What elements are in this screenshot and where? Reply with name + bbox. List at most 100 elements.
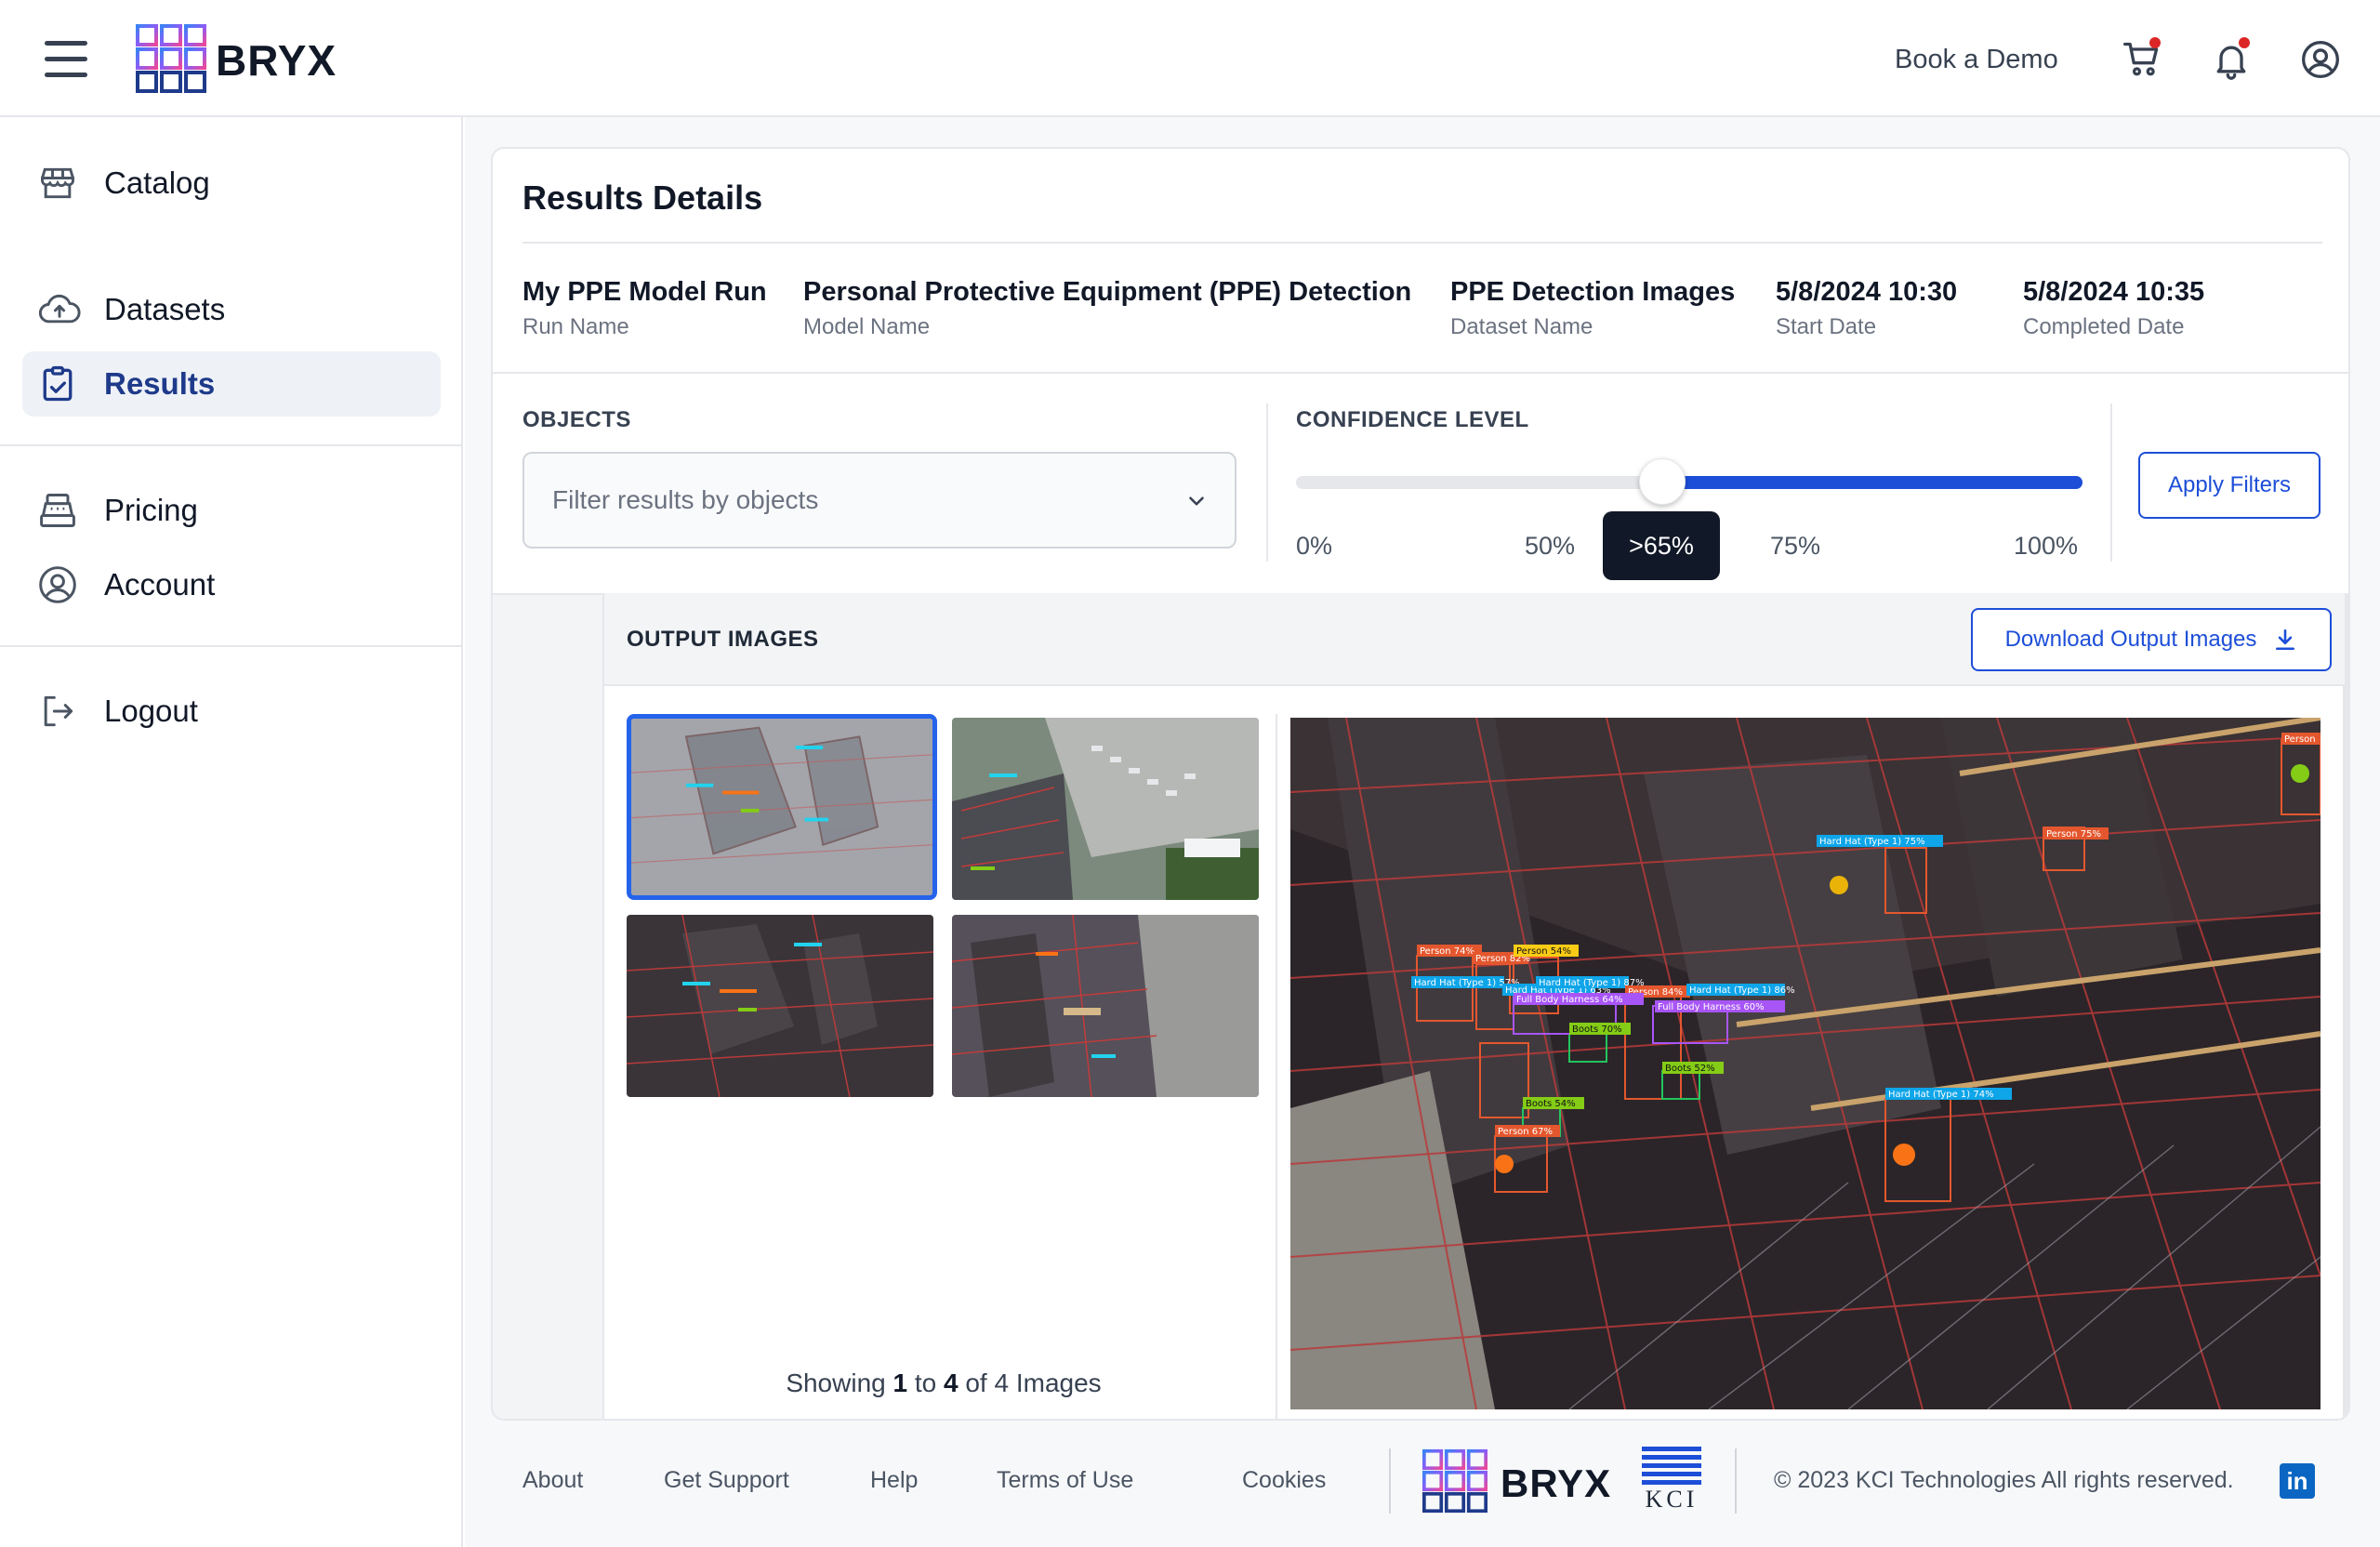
bryx-logo[interactable]: BRYX — [136, 24, 350, 95]
filters-divider — [493, 372, 2348, 374]
confidence-value-tooltip: >65% — [1603, 511, 1720, 580]
detection-label: Hard Hat (Type 1) 75% — [1819, 837, 1925, 847]
start-date-value: 5/8/2024 10:30 — [1776, 277, 1958, 307]
bell-badge — [2239, 37, 2250, 48]
linkedin-icon[interactable]: in — [2280, 1463, 2315, 1499]
sidebar-item-label: Logout — [104, 694, 198, 728]
detection-label: Hard Hat (Type 1) 86% — [1689, 985, 1795, 996]
tick-0: 0% — [1296, 532, 1333, 560]
kci-wordmark: KCI — [1645, 1486, 1699, 1513]
user-account-icon[interactable] — [2300, 39, 2341, 80]
construction-site-detection-image: Person 74% Person 82% Person 54% Hard Ha… — [1290, 718, 2320, 1409]
linkedin-glyph: in — [2286, 1466, 2308, 1495]
detection-label: Person — [2284, 734, 2316, 745]
site-photo-thumbnail — [952, 915, 1259, 1097]
thumbnail-2[interactable] — [952, 718, 1259, 900]
filter-separator — [2110, 403, 2112, 562]
logout-icon — [37, 691, 78, 732]
footer-link-help[interactable]: Help — [870, 1467, 918, 1494]
detection-label: Person 74% — [1420, 946, 1474, 957]
confidence-label: CONFIDENCE LEVEL — [1296, 407, 1529, 432]
start-date-label: Start Date — [1776, 314, 1877, 339]
aerial-parking-photo-thumbnail — [952, 718, 1259, 900]
selected-image-preview[interactable]: Person 74% Person 82% Person 54% Hard Ha… — [1290, 718, 2320, 1409]
sidebar-divider — [0, 444, 461, 446]
completed-date-label: Completed Date — [2023, 314, 2185, 339]
top-header: BRYX Book a Demo — [0, 0, 2380, 117]
sidebar-item-label: Catalog — [104, 165, 210, 200]
showing-count: Showing 1 to 4 of 4 Images — [786, 1368, 1102, 1397]
construction-photo-thumbnail — [631, 719, 932, 895]
objects-filter-select[interactable]: Filter results by objects — [522, 452, 1236, 549]
detection-label: Boots 52% — [1665, 1064, 1715, 1074]
bryx-logo-mark-icon — [1422, 1448, 1488, 1514]
clipboard-check-icon — [37, 364, 78, 404]
confidence-slider-track[interactable] — [1296, 458, 2082, 505]
apply-filters-button[interactable]: Apply Filters — [2138, 452, 2320, 519]
results-card: Results Details My PPE Model Run Run Nam… — [491, 147, 2350, 1421]
dataset-name-value: PPE Detection Images — [1450, 277, 1736, 307]
detection-label: Boots 70% — [1572, 1025, 1622, 1035]
copyright-text: © 2023 KCI Technologies All rights reser… — [1774, 1467, 2234, 1493]
download-label: Download Output Images — [2004, 627, 2257, 652]
output-images-panel: OUTPUT IMAGES Download Output Images Sho… — [602, 593, 2348, 1419]
cart-icon[interactable] — [2122, 37, 2162, 80]
objects-label: OBJECTS — [522, 407, 631, 432]
run-name-value: My PPE Model Run — [522, 277, 767, 307]
sidebar-item-label: Results — [104, 366, 216, 401]
footer-link-terms-of-use[interactable]: Terms of Use — [997, 1467, 1133, 1494]
apply-filters-label: Apply Filters — [2167, 472, 2292, 497]
bryx-logo-mark-icon — [136, 24, 206, 93]
thumbnail-3[interactable] — [627, 915, 933, 1097]
page-title: Results Details — [522, 178, 763, 217]
kci-flag-icon — [1642, 1447, 1701, 1485]
user-circle-icon — [37, 564, 78, 605]
confidence-slider-thumb[interactable] — [1639, 458, 1686, 505]
output-header: OUTPUT IMAGES Download Output Images — [604, 593, 2345, 686]
model-name-label: Model Name — [803, 314, 931, 339]
store-icon — [37, 163, 78, 204]
download-output-images-button[interactable]: Download Output Images — [1971, 608, 2332, 671]
tick-100: 100% — [2014, 532, 2079, 560]
detection-label: Person 67% — [1498, 1127, 1553, 1137]
completed-date-value: 5/8/2024 10:35 — [2023, 277, 2205, 307]
tick-75: 75% — [1770, 532, 1821, 560]
tick-50: 50% — [1525, 532, 1576, 560]
sidebar-item-label: Account — [104, 567, 216, 602]
thumbnail-4[interactable] — [952, 915, 1259, 1097]
kci-logo: KCI — [1642, 1447, 1701, 1515]
footer-brand-name: BRYX — [1501, 1461, 1612, 1505]
download-icon — [2273, 628, 2297, 652]
preview-separator — [1276, 714, 1277, 1419]
cart-badge — [2149, 37, 2161, 48]
hamburger-menu-icon[interactable] — [45, 41, 87, 78]
footer-link-about[interactable]: About — [522, 1467, 583, 1494]
footer-link-cookies[interactable]: Cookies — [1242, 1467, 1326, 1494]
footer-bryx-logo: BRYX — [1422, 1448, 1612, 1517]
sidebar-item-logout[interactable]: Logout — [22, 679, 441, 744]
detection-label: Full Body Harness 64% — [1516, 995, 1623, 1005]
confidence-slider-fill — [1661, 476, 2082, 489]
sidebar-item-catalog[interactable]: Catalog — [22, 151, 441, 216]
confidence-value-text: >65% — [1629, 531, 1694, 560]
sidebar-item-results[interactable]: Results — [22, 351, 441, 416]
filter-separator — [1266, 403, 1268, 562]
objects-filter-placeholder: Filter results by objects — [552, 485, 819, 514]
sidebar-item-account[interactable]: Account — [22, 552, 441, 617]
book-demo-link[interactable]: Book a Demo — [1895, 45, 2058, 75]
model-name-value: Personal Protective Equipment (PPE) Dete… — [803, 277, 1412, 307]
sidebar-divider — [0, 645, 461, 647]
detection-label: Person 75% — [2046, 829, 2101, 840]
sidebar: Catalog Datasets Results Pricing Account… — [0, 117, 463, 1547]
output-images-title: OUTPUT IMAGES — [627, 627, 819, 652]
footer-link-get-support[interactable]: Get Support — [664, 1467, 789, 1494]
footer-divider — [1389, 1448, 1391, 1514]
bell-icon[interactable] — [2211, 37, 2252, 80]
title-divider — [522, 242, 2322, 244]
thumbnail-1[interactable] — [627, 714, 937, 900]
sidebar-item-pricing[interactable]: Pricing — [22, 478, 441, 543]
dataset-name-label: Dataset Name — [1450, 314, 1593, 339]
sidebar-item-datasets[interactable]: Datasets — [22, 277, 441, 342]
sidebar-item-label: Pricing — [104, 493, 198, 527]
detection-label: Person 54% — [1516, 946, 1571, 957]
